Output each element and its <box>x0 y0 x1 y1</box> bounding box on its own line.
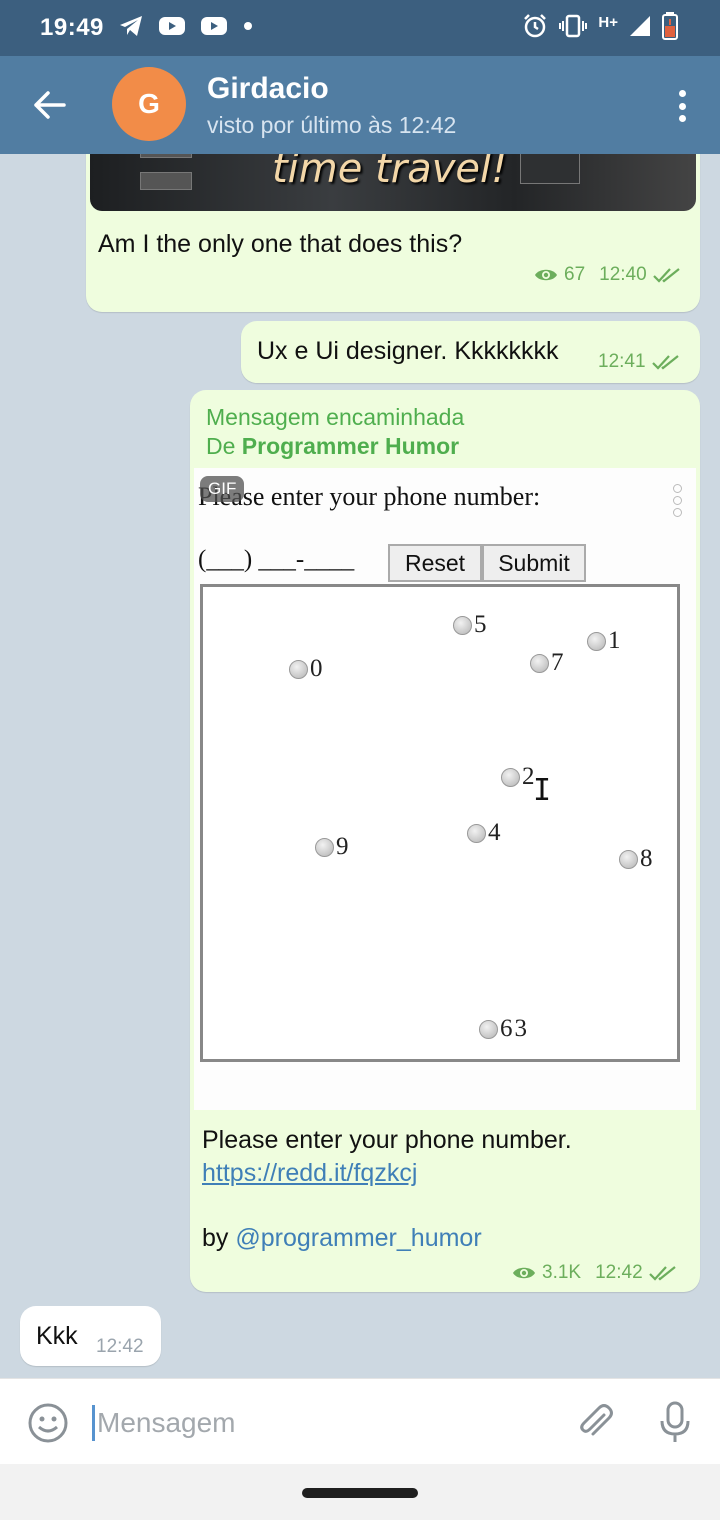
dot-icon <box>678 102 686 110</box>
system-navigation-bar <box>0 1464 720 1520</box>
battery-low-icon <box>662 12 678 40</box>
text-caret <box>92 1405 95 1441</box>
signature-prefix: by <box>202 1224 229 1252</box>
signal-icon <box>630 16 650 36</box>
gif-key: 9 <box>315 833 349 861</box>
composer-bar: Mensagem <box>0 1378 720 1464</box>
attach-button[interactable] <box>574 1401 616 1443</box>
message-meta: 3.1K 12:42 <box>512 1262 677 1284</box>
text-cursor-icon: I <box>533 773 552 808</box>
message-signature: by @programmer_humor <box>202 1224 482 1253</box>
chat-header: G Girdacio visto por último às 12:42 <box>0 56 720 154</box>
gif-key: 5 <box>453 611 487 639</box>
views-eye-icon <box>513 1267 535 1279</box>
dot-icon <box>244 22 252 30</box>
voice-record-button[interactable] <box>654 1401 696 1445</box>
youtube-icon <box>159 17 185 35</box>
message-time: 12:42 <box>595 1262 643 1283</box>
view-count: 3.1K <box>542 1262 582 1283</box>
more-options-button[interactable] <box>670 86 694 126</box>
status-time: 19:49 <box>40 14 104 41</box>
back-button[interactable] <box>28 84 70 126</box>
message-time: 12:42 <box>96 1336 144 1357</box>
vibrate-icon <box>559 14 588 38</box>
gif-key: 63 <box>479 1015 527 1043</box>
alarm-icon <box>524 14 547 38</box>
home-gesture-handle[interactable] <box>302 1488 418 1498</box>
gif-key: 8 <box>619 845 653 873</box>
views-eye-icon <box>535 269 557 281</box>
message-meta: 12:41 <box>598 351 680 373</box>
message-bubble-forwarded[interactable]: Mensagem encaminhada De Programmer Humor… <box>190 390 700 1292</box>
gif-prompt-text: Please enter your phone number: <box>198 482 541 511</box>
thumbnail-detail <box>140 154 192 158</box>
forwarded-label: Mensagem encaminhada <box>206 404 465 430</box>
double-check-icon <box>648 1266 676 1281</box>
notification-icons <box>118 14 254 38</box>
media-caption: time travel! <box>272 154 508 192</box>
avatar[interactable]: G <box>112 67 186 141</box>
message-time: 12:40 <box>599 264 647 285</box>
system-icons: H+ <box>522 12 678 40</box>
forwarded-prefix: De <box>206 433 236 459</box>
microphone-icon <box>660 1401 690 1442</box>
gif-submit-button: Submit <box>482 544 586 582</box>
gif-key: 2 <box>501 763 535 791</box>
message-link[interactable]: https://redd.it/fqzkcj <box>202 1157 572 1190</box>
double-check-icon <box>652 268 680 283</box>
telegram-icon <box>120 16 142 36</box>
status-bar: 19:49 H+ <box>0 0 720 56</box>
gif-reset-button: Reset <box>388 544 482 582</box>
gif-key: 0 <box>289 655 323 683</box>
video-thumbnail[interactable]: time travel! <box>90 154 696 211</box>
message-bubble-outgoing[interactable]: Ux e Ui designer. Kkkkkkkk 12:41 <box>241 321 700 383</box>
message-meta: 67 12:40 <box>534 264 681 286</box>
message-input-placeholder: Mensagem <box>97 1407 236 1438</box>
smiley-icon <box>28 1403 68 1443</box>
message-list[interactable]: time travel! Am I the only one that does… <box>0 154 720 1378</box>
message-text: Kkk <box>36 1322 78 1350</box>
message-bubble-outgoing[interactable]: time travel! Am I the only one that does… <box>86 154 700 312</box>
gif-media[interactable]: GIF Please enter your phone number: (___… <box>194 468 696 1110</box>
chat-title[interactable]: Girdacio <box>207 72 329 106</box>
last-seen-status: visto por último às 12:42 <box>207 112 457 138</box>
gif-badge: GIF <box>200 476 245 502</box>
dot-icon <box>678 90 686 97</box>
message-meta: 12:42 <box>96 1336 144 1358</box>
gif-keypad-area: 5 1 0 7 2 4 9 8 63 I <box>200 584 680 1062</box>
double-check-icon <box>651 355 679 370</box>
paperclip-icon <box>580 1404 613 1436</box>
network-type: H+ <box>598 13 618 31</box>
thumbnail-detail <box>520 154 580 184</box>
message-text: Ux e Ui designer. Kkkkkkkk <box>257 337 559 365</box>
message-text: Am I the only one that does this? <box>98 230 463 258</box>
arrow-left-icon <box>34 91 66 119</box>
message-bubble-incoming[interactable]: Kkk 12:42 <box>20 1306 161 1366</box>
message-body: Please enter your phone number. <box>202 1126 572 1154</box>
emoji-button[interactable] <box>26 1401 70 1445</box>
gif-key: 7 <box>530 649 564 677</box>
forwarded-source[interactable]: Programmer Humor <box>242 433 459 459</box>
thumbnail-detail <box>140 172 192 190</box>
gif-key: 4 <box>467 819 501 847</box>
message-text: Please enter your phone number. https://… <box>202 1124 572 1190</box>
gif-key: 1 <box>587 627 621 655</box>
message-input[interactable]: Mensagem <box>92 1401 552 1445</box>
dot-icon <box>678 115 686 122</box>
youtube-icon <box>201 17 227 35</box>
mention-link[interactable]: @programmer_humor <box>235 1224 481 1252</box>
forwarded-from[interactable]: De Programmer Humor <box>206 433 459 460</box>
gif-dots-decoration <box>673 484 682 517</box>
view-count: 67 <box>564 264 586 285</box>
message-time: 12:41 <box>598 351 646 372</box>
gif-phone-mask: (___) ___-____ <box>198 546 355 573</box>
